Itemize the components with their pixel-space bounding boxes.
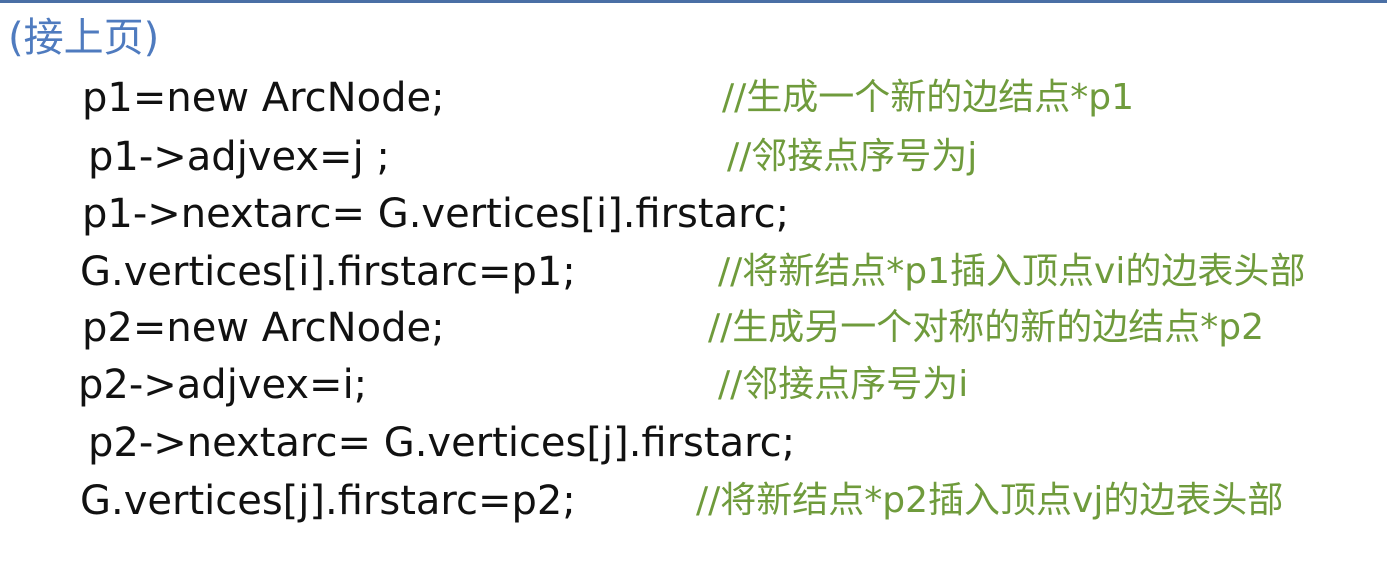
continuation-heading: (接上页)	[8, 15, 160, 61]
code-line-5: p2=new ArcNode;	[82, 305, 445, 351]
comment-line-8: //将新结点*p2插入顶点vj的边表头部	[696, 480, 1284, 521]
code-line-7: p2->nextarc= G.vertices[j].firstarc;	[88, 420, 796, 466]
code-line-3: p1->nextarc= G.vertices[i].firstarc;	[82, 191, 790, 237]
top-divider	[0, 0, 1387, 3]
code-line-8: G.vertices[j].firstarc=p2;	[80, 478, 576, 524]
code-line-4: G.vertices[i].firstarc=p1;	[80, 249, 576, 295]
comment-line-2: //邻接点序号为j	[727, 136, 978, 177]
comment-line-6: //邻接点序号为i	[718, 364, 969, 405]
comment-line-4: //将新结点*p1插入顶点vi的边表头部	[718, 251, 1306, 292]
code-line-6: p2->adjvex=i;	[78, 362, 368, 408]
comment-line-5: //生成另一个对称的新的边结点*p2	[708, 307, 1265, 348]
comment-line-1: //生成一个新的边结点*p1	[722, 77, 1135, 118]
code-line-1: p1=new ArcNode;	[82, 75, 445, 121]
code-line-2: p1->adjvex=j ;	[88, 134, 390, 180]
